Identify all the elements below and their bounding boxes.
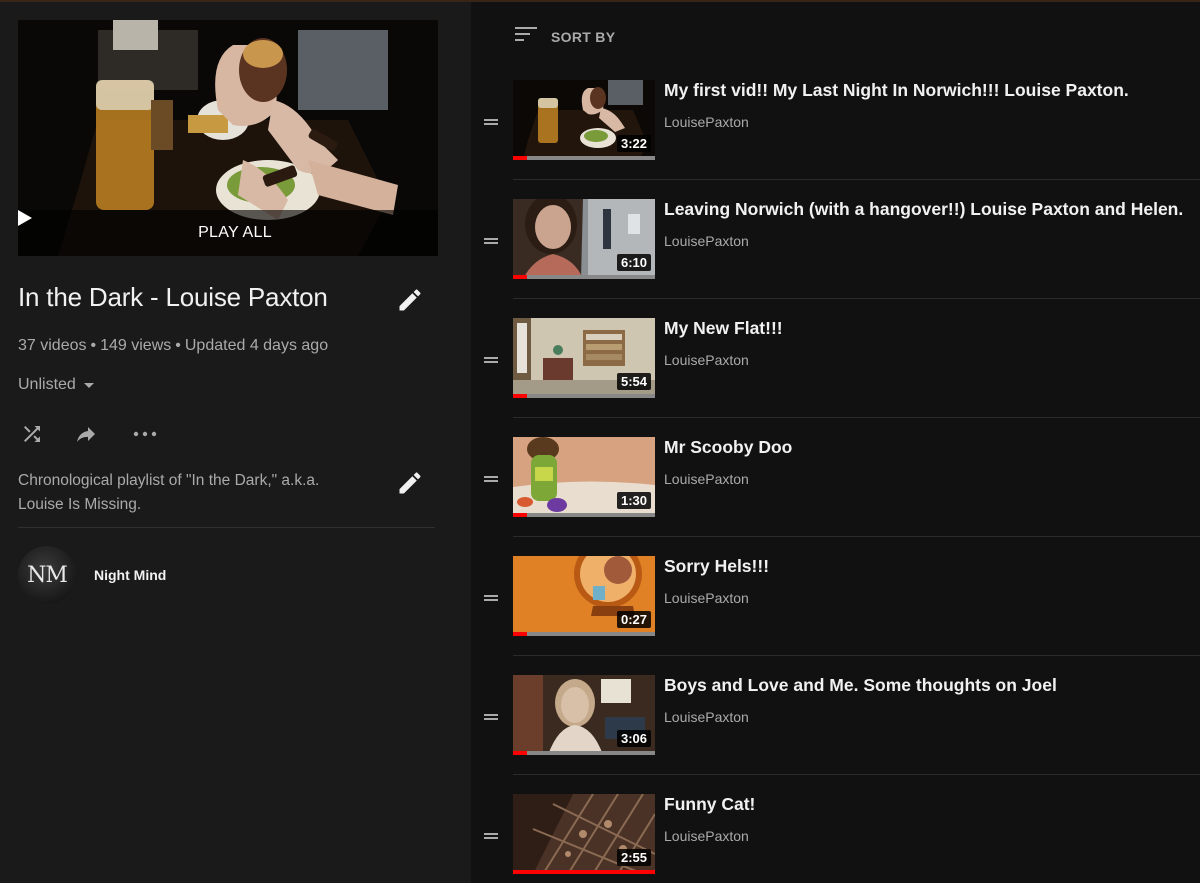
video-channel[interactable]: LouisePaxton bbox=[664, 590, 749, 606]
video-channel[interactable]: LouisePaxton bbox=[664, 233, 749, 249]
playlist-video-row[interactable]: 1:30 Mr Scooby Doo LouisePaxton bbox=[471, 437, 1200, 556]
video-channel[interactable]: LouisePaxton bbox=[664, 828, 749, 844]
last-updated: Updated 4 days ago bbox=[184, 337, 329, 354]
edit-description-pencil-icon[interactable] bbox=[396, 469, 424, 497]
drag-handle-icon[interactable] bbox=[483, 471, 499, 487]
more-options-icon[interactable] bbox=[132, 422, 160, 450]
playlist-sidebar: PLAY ALL In the Dark - Louise Paxton 37 … bbox=[0, 2, 471, 883]
drag-handle-icon[interactable] bbox=[483, 114, 499, 130]
row-divider bbox=[513, 417, 1200, 418]
share-icon[interactable] bbox=[73, 422, 101, 450]
watch-progress-bar bbox=[513, 870, 655, 874]
stats-separator-dot: • bbox=[175, 337, 181, 354]
sort-icon bbox=[515, 24, 539, 49]
watch-progress-fill bbox=[513, 751, 528, 755]
shuffle-icon[interactable] bbox=[20, 422, 48, 450]
playlist-title: In the Dark - Louise Paxton bbox=[18, 282, 328, 312]
video-thumbnail[interactable]: 0:27 bbox=[513, 556, 655, 636]
sort-by-label: SORT BY bbox=[551, 28, 616, 45]
video-thumbnail[interactable]: 2:55 bbox=[513, 794, 655, 874]
owner-avatar[interactable]: NM bbox=[18, 546, 76, 604]
watch-progress-fill bbox=[513, 275, 528, 279]
video-title[interactable]: Boys and Love and Me. Some thoughts on J… bbox=[664, 675, 1057, 696]
sort-by-button[interactable]: SORT BY bbox=[515, 24, 615, 49]
row-divider bbox=[513, 774, 1200, 775]
video-title[interactable]: Funny Cat! bbox=[664, 794, 755, 815]
watch-progress-fill bbox=[513, 632, 528, 636]
video-channel[interactable]: LouisePaxton bbox=[664, 352, 749, 368]
video-thumbnail[interactable]: 3:22 bbox=[513, 80, 655, 160]
privacy-dropdown[interactable]: Unlisted bbox=[18, 376, 94, 394]
video-title[interactable]: My first vid!! My Last Night In Norwich!… bbox=[664, 80, 1129, 101]
video-thumbnail[interactable]: 3:06 bbox=[513, 675, 655, 755]
watch-progress-fill bbox=[513, 870, 655, 874]
watch-progress-bar bbox=[513, 632, 655, 636]
stats-separator-dot: • bbox=[90, 337, 97, 354]
watch-progress-fill bbox=[513, 156, 528, 160]
video-duration: 3:22 bbox=[616, 135, 651, 152]
drag-handle-icon[interactable] bbox=[483, 352, 499, 368]
divider bbox=[18, 527, 435, 528]
caret-down-icon bbox=[83, 382, 94, 388]
watch-progress-bar bbox=[513, 394, 655, 398]
row-divider bbox=[513, 179, 1200, 180]
video-duration: 2:55 bbox=[616, 849, 651, 866]
playlist-video-row[interactable]: 6:10 Leaving Norwich (with a hangover!!)… bbox=[471, 199, 1200, 318]
video-title[interactable]: My New Flat!!! bbox=[664, 318, 783, 339]
drag-handle-icon[interactable] bbox=[483, 590, 499, 606]
row-divider bbox=[513, 536, 1200, 537]
play-all-button[interactable]: PLAY ALL bbox=[18, 210, 438, 256]
video-duration: 5:54 bbox=[616, 373, 651, 390]
watch-progress-bar bbox=[513, 156, 655, 160]
video-duration: 1:30 bbox=[616, 492, 651, 509]
video-thumbnail[interactable]: 5:54 bbox=[513, 318, 655, 398]
view-count: 149 views bbox=[100, 337, 172, 354]
play-all-label: PLAY ALL bbox=[198, 224, 272, 241]
description-line: Chronological playlist of "In the Dark,"… bbox=[18, 472, 320, 489]
row-divider bbox=[513, 655, 1200, 656]
video-channel[interactable]: LouisePaxton bbox=[664, 114, 749, 130]
playlist-stats: 37 videos • 149 views • Updated 4 days ago bbox=[18, 337, 328, 355]
watch-progress-bar bbox=[513, 275, 655, 279]
drag-handle-icon[interactable] bbox=[483, 709, 499, 725]
video-thumbnail[interactable]: 1:30 bbox=[513, 437, 655, 517]
row-divider bbox=[513, 298, 1200, 299]
description-line: Louise Is Missing. bbox=[18, 496, 142, 513]
edit-title-pencil-icon[interactable] bbox=[396, 286, 424, 314]
video-title[interactable]: Sorry Hels!!! bbox=[664, 556, 769, 577]
video-title[interactable]: Leaving Norwich (with a hangover!!) Loui… bbox=[664, 199, 1183, 220]
video-thumbnail[interactable]: 6:10 bbox=[513, 199, 655, 279]
playlist-video-row[interactable]: 3:22 My first vid!! My Last Night In Nor… bbox=[471, 80, 1200, 199]
playlist-video-list: SORT BY 3:22 My first vid!! My Last Nigh… bbox=[471, 2, 1200, 883]
video-title[interactable]: Mr Scooby Doo bbox=[664, 437, 792, 458]
watch-progress-bar bbox=[513, 751, 655, 755]
video-channel[interactable]: LouisePaxton bbox=[664, 709, 749, 725]
drag-handle-icon[interactable] bbox=[483, 828, 499, 844]
playlist-description: Chronological playlist of "In the Dark,"… bbox=[18, 469, 358, 517]
playlist-video-row[interactable]: 0:27 Sorry Hels!!! LouisePaxton bbox=[471, 556, 1200, 675]
watch-progress-fill bbox=[513, 513, 528, 517]
playlist-owner[interactable]: NM Night Mind bbox=[18, 546, 166, 604]
privacy-value: Unlisted bbox=[18, 376, 76, 393]
owner-name[interactable]: Night Mind bbox=[94, 567, 166, 583]
playlist-hero-thumbnail[interactable]: PLAY ALL bbox=[18, 20, 438, 256]
watch-progress-fill bbox=[513, 394, 528, 398]
drag-handle-icon[interactable] bbox=[483, 233, 499, 249]
video-duration: 0:27 bbox=[616, 611, 651, 628]
playlist-video-row[interactable]: 5:54 My New Flat!!! LouisePaxton bbox=[471, 318, 1200, 437]
playlist-video-row[interactable]: 2:55 Funny Cat! LouisePaxton bbox=[471, 794, 1200, 883]
playlist-video-row[interactable]: 3:06 Boys and Love and Me. Some thoughts… bbox=[471, 675, 1200, 794]
video-count: 37 videos bbox=[18, 337, 87, 354]
watch-progress-bar bbox=[513, 513, 655, 517]
video-duration: 3:06 bbox=[616, 730, 651, 747]
video-channel[interactable]: LouisePaxton bbox=[664, 471, 749, 487]
video-duration: 6:10 bbox=[616, 254, 651, 271]
